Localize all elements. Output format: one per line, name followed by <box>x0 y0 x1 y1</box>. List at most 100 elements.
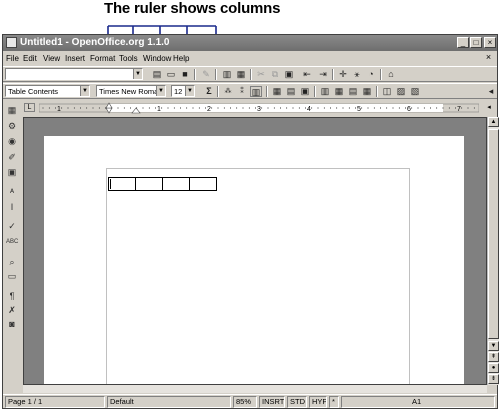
stylist-icon[interactable]: ⚹ <box>351 69 363 80</box>
spellcheck-icon[interactable]: ✓ <box>6 221 18 232</box>
scroll-up-icon[interactable]: ▲ <box>488 117 499 127</box>
print-icon[interactable]: ▦ <box>235 69 247 80</box>
zoom-indicator[interactable]: 85% <box>233 396 257 408</box>
edit-file-icon[interactable]: ✎ <box>200 69 212 80</box>
show-draw-functions-icon[interactable]: ✐ <box>6 152 18 163</box>
toolbar-separator <box>194 69 196 80</box>
ruler-number: 5 <box>357 106 361 113</box>
direct-cursor-icon[interactable]: I <box>6 202 18 213</box>
insert-objects-icon[interactable]: ◉ <box>6 136 18 147</box>
split-cells-icon[interactable]: ▣ <box>299 86 311 97</box>
page-indicator[interactable]: Page 1 / 1 <box>5 396 105 408</box>
export-pdf-icon[interactable]: ▥ <box>221 69 233 80</box>
ruler-number: 1 <box>57 106 61 113</box>
percent-format-icon[interactable]: ⁑ <box>236 86 248 97</box>
delete-row-icon[interactable]: ▤ <box>347 86 359 97</box>
optimize-icon[interactable]: ◫ <box>381 86 393 97</box>
menu-insert[interactable]: Insert <box>65 54 85 63</box>
paragraph-style-combobox[interactable]: Table Contents ▼ <box>5 85 90 97</box>
autospellcheck-icon[interactable]: ABC <box>6 237 18 248</box>
merge-cells-icon[interactable]: ▤ <box>285 86 297 97</box>
table-cell-a1[interactable] <box>108 177 136 191</box>
main-toolbar: ▦ ⚙ ◉ ✐ ▣ ᴬ I ✓ ABC ⌕ ▭ ¶ ✗ ◙ <box>3 101 20 393</box>
dropdown-arrow-icon[interactable]: ▼ <box>80 86 89 96</box>
document-close-icon[interactable]: × <box>484 53 493 62</box>
toolbar-separator <box>217 86 219 97</box>
menu-tools[interactable]: Tools <box>119 54 138 63</box>
table-cell-b1[interactable] <box>135 177 163 191</box>
table-borders-icon[interactable]: ▦ <box>271 86 283 97</box>
hyperlink-mode-indicator[interactable]: HYP <box>309 396 327 408</box>
document-area[interactable] <box>23 117 487 385</box>
vertical-scrollbar[interactable]: ▲ ▼ ⇞ ● ⇟ <box>487 117 499 385</box>
close-button[interactable]: × <box>484 37 496 48</box>
minimize-button[interactable]: _ <box>457 37 469 48</box>
menu-help[interactable]: Help <box>173 54 189 63</box>
scroll-thumb[interactable] <box>488 129 499 339</box>
font-size-combobox[interactable]: 12 ▼ <box>171 85 195 97</box>
undo-icon[interactable]: ⇤ <box>301 69 313 80</box>
selection-mode-indicator[interactable]: STD <box>287 396 307 408</box>
dropdown-arrow-icon[interactable]: ▼ <box>156 86 165 96</box>
delete-column-icon[interactable]: ▦ <box>361 86 373 97</box>
app-icon <box>6 37 17 48</box>
previous-page-icon[interactable]: ⇞ <box>488 352 499 362</box>
ruler-number: 2 <box>207 106 211 113</box>
open-icon[interactable]: ▭ <box>165 69 177 80</box>
data-sources-icon[interactable]: ⌂ <box>385 69 397 80</box>
sum-icon[interactable]: Σ <box>203 86 215 97</box>
ruler-number: 3 <box>257 106 261 113</box>
font-name-value: Times New Roman <box>99 87 163 96</box>
paste-icon[interactable]: ▣ <box>283 69 295 80</box>
insert-column-icon[interactable]: ▦ <box>333 86 345 97</box>
font-name-combobox[interactable]: Times New Roman ▼ <box>96 85 166 97</box>
insert-row-icon[interactable]: ▥ <box>319 86 331 97</box>
menu-window[interactable]: Window <box>143 54 171 63</box>
maximize-button[interactable]: □ <box>470 37 482 48</box>
menu-view[interactable]: View <box>43 54 60 63</box>
toolbar-separator <box>266 86 268 97</box>
table-cell-c1[interactable] <box>162 177 190 191</box>
menu-format[interactable]: Format <box>90 54 115 63</box>
autoformat-icon[interactable]: ▧ <box>409 86 421 97</box>
next-page-icon[interactable]: ⇟ <box>488 374 499 384</box>
cut-icon[interactable]: ✂ <box>255 69 267 80</box>
table-cell-d1[interactable] <box>189 177 217 191</box>
tab-stop-selector[interactable]: L <box>24 103 35 112</box>
table-properties-icon[interactable]: ▨ <box>395 86 407 97</box>
dropdown-arrow-icon[interactable]: ▼ <box>133 69 142 79</box>
save-icon[interactable]: ■ <box>179 69 191 80</box>
insert-table-icon[interactable]: ▦ <box>6 105 18 116</box>
document-page[interactable] <box>44 136 464 384</box>
horizontal-ruler[interactable]: 1 1 2 3 4 5 6 7 <box>39 102 479 114</box>
online-layout-icon[interactable]: ◙ <box>6 319 18 330</box>
dropdown-arrow-icon[interactable]: ▼ <box>185 86 194 96</box>
toolbar-scroll-icon[interactable]: ◂ <box>485 86 497 97</box>
table-protection-icon[interactable]: ▥ <box>250 86 262 97</box>
navigation-icon[interactable]: ● <box>488 363 499 373</box>
data-sources-icon[interactable]: ▭ <box>6 271 18 282</box>
page-style-indicator[interactable]: Default <box>107 396 231 408</box>
navigator-icon[interactable]: ✛ <box>337 69 349 80</box>
menu-file[interactable]: File <box>6 54 19 63</box>
menu-edit[interactable]: Edit <box>23 54 37 63</box>
form-functions-icon[interactable]: ▣ <box>6 167 18 178</box>
scroll-down-icon[interactable]: ▼ <box>488 341 499 351</box>
title-bar[interactable]: Untitled1 - OpenOffice.org 1.1.0 _ □ × <box>3 35 497 51</box>
graphics-off-icon[interactable]: ✗ <box>6 305 18 316</box>
nonprinting-characters-icon[interactable]: ¶ <box>6 291 18 302</box>
copy-icon[interactable]: ⧉ <box>269 69 281 80</box>
new-document-icon[interactable]: ▤ <box>151 69 163 80</box>
edit-autotext-icon[interactable]: ᴬ <box>6 187 18 198</box>
document-table[interactable] <box>108 177 217 191</box>
find-replace-icon[interactable]: ⌕ <box>6 257 18 268</box>
redo-icon[interactable]: ⇥ <box>317 69 329 80</box>
number-format-icon[interactable]: ⁂ <box>222 86 234 97</box>
gallery-icon[interactable]: ◔ <box>365 69 377 80</box>
ruler-scroll-icon[interactable]: ◂ <box>484 103 494 113</box>
url-combobox[interactable]: ▼ <box>5 68 143 80</box>
horizontal-scrollbar[interactable] <box>23 385 487 393</box>
insert-fields-icon[interactable]: ⚙ <box>6 121 18 132</box>
object-toolbar: Table Contents ▼ Times New Roman ▼ 12 ▼ … <box>3 83 497 99</box>
insert-mode-indicator[interactable]: INSRT <box>259 396 285 408</box>
